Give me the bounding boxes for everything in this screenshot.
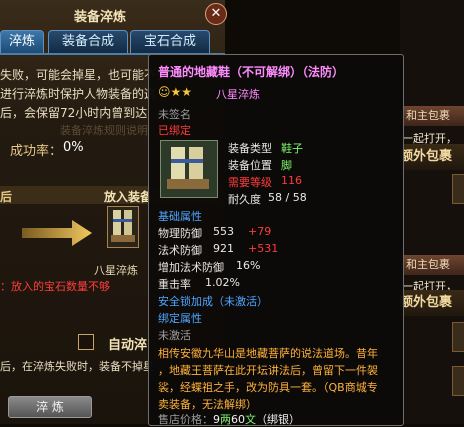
star-label: 八星淬炼 (216, 88, 260, 101)
stat-name: 重击率 (158, 278, 191, 291)
success-rate-value: 0% (63, 140, 84, 155)
base-attr-header: 基础属性 (158, 210, 202, 223)
bag-slot[interactable] (452, 174, 464, 204)
safe-lock-text: 安全锁加成（未激活） (158, 295, 268, 308)
bag-slot[interactable] (452, 366, 464, 396)
lore-line: ，地藏王菩萨在此开坛讲法后，曾留下一件袈 (158, 364, 378, 377)
boots-icon (167, 147, 209, 189)
equipment-slot[interactable] (107, 206, 139, 248)
bind-attr-header: 绑定属性 (158, 312, 202, 325)
panel-title: 装备淬炼 (73, 10, 126, 25)
price-silver: 60 (231, 413, 245, 426)
inventory-panel (400, 0, 464, 424)
lore-line: 相传安徽九华山是地藏菩萨的说法道场。昔年 (158, 347, 378, 360)
slot-item-name: 八星淬炼 (94, 264, 138, 277)
stat-value: 1.02% (205, 276, 240, 289)
put-equipment-label: 放入装备 (104, 190, 153, 204)
success-rate-label: 成功率： (10, 144, 63, 159)
level-value: 116 (281, 174, 302, 187)
stat-value: 921 (213, 242, 234, 255)
slot-value: 脚 (281, 159, 292, 172)
unsigned-text: 未签名 (158, 108, 191, 121)
result-label: 后 (0, 190, 13, 204)
tab-refine[interactable]: 淬炼 (0, 30, 44, 54)
open-with-main-bag-button[interactable]: 和主包裹 (402, 255, 464, 275)
auto-refine-checkbox[interactable] (78, 334, 94, 350)
open-with-main-bag-button[interactable]: 和主包裹 (402, 106, 464, 126)
stat-name: 物理防御 (158, 227, 202, 240)
lore-line: 卖装备，无法解绑） (158, 398, 257, 411)
lore-line: 裟，经蝶祖之手，改为防具一套。（QB商城专 (158, 381, 378, 394)
price-bound: （绑银） (256, 413, 300, 426)
bound-text: 已绑定 (158, 124, 191, 137)
stat-value: 553 (213, 225, 234, 238)
bag-slot[interactable] (452, 322, 464, 352)
level-label: 需要等级 (228, 176, 272, 189)
price-silver-unit: 文 (245, 413, 256, 426)
rules-hint: 装备淬炼规则说明 (60, 124, 148, 137)
tab-equipment-combine[interactable]: 装备合成 (48, 30, 128, 54)
item-icon (160, 140, 218, 198)
price-label: 售店价格： (158, 413, 213, 426)
warning-text: ：放入的宝石数量不够 (0, 280, 110, 293)
type-value: 鞋子 (281, 142, 303, 155)
durability-value: 58 / 58 (268, 191, 307, 204)
stat-name: 法术防御 (158, 244, 202, 257)
refine-button[interactable]: 淬 炼 (8, 396, 92, 418)
stat-value: 16% (236, 259, 261, 272)
stat-name: 增加法术防御 (158, 261, 224, 274)
stat-bonus: +531 (248, 242, 279, 255)
boots-icon (111, 210, 135, 242)
price-gold-unit: 两 (220, 413, 231, 426)
durability-label: 耐久度 (228, 193, 261, 206)
price-gold: 9 (213, 413, 220, 426)
tab-gem-combine[interactable]: 宝石合成 (130, 30, 210, 54)
close-icon[interactable]: ✕ (205, 3, 227, 25)
arrow-right-icon (22, 220, 92, 246)
stat-bonus: +79 (248, 225, 272, 238)
sell-price: 售店价格：9两60文（绑银） (158, 411, 300, 427)
not-activated-text: 未激活 (158, 329, 191, 342)
type-label: 装备类型 (228, 142, 272, 155)
auto-refine-label: 自动淬 (108, 338, 148, 353)
extra-bag-header: 额外包裹 (400, 290, 464, 316)
extra-bag-header: 额外包裹 (400, 144, 464, 170)
item-title: 普通的地藏鞋（不可解绑）（法防） (158, 65, 345, 79)
slot-label: 装备位置 (228, 159, 272, 172)
star-rating: ☺★★ (158, 85, 193, 99)
